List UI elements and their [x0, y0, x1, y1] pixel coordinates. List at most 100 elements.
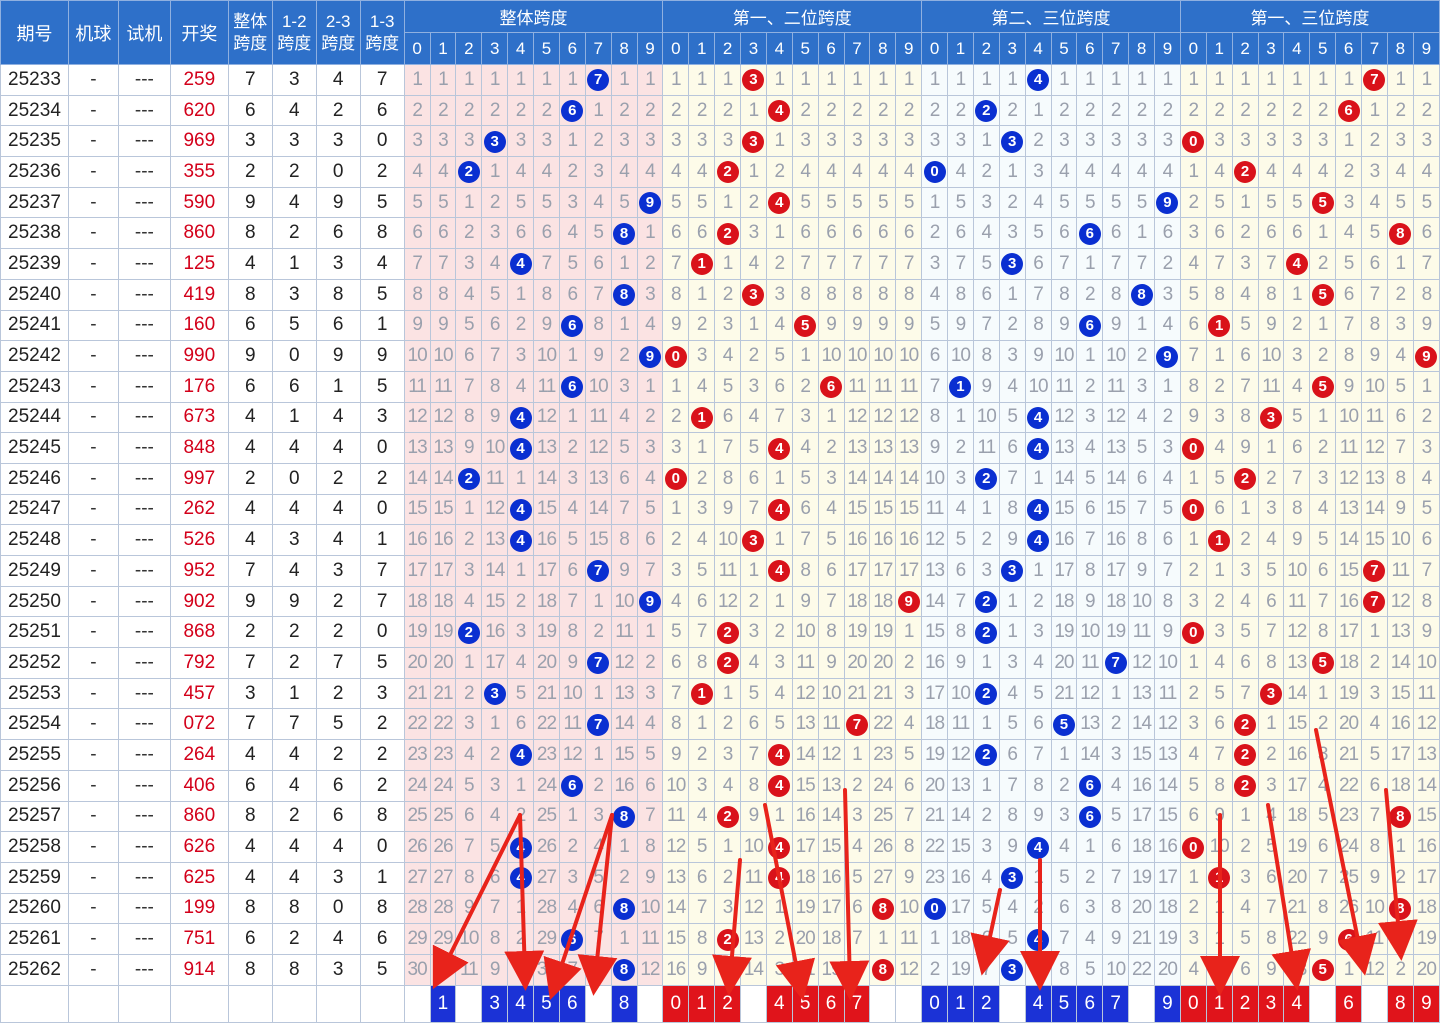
miss-count-cell: 15	[817, 831, 845, 863]
ball-marker: 9	[1156, 345, 1179, 368]
miss-count-cell: 8	[869, 278, 897, 311]
miss-count-cell: 2	[1386, 94, 1414, 127]
miss-count-cell: 2	[636, 647, 664, 679]
miss-count-cell: 4	[1231, 585, 1259, 618]
hit-ball: 2	[972, 616, 1000, 649]
hit-ball: 6	[558, 769, 586, 802]
period-cell: 25256	[0, 769, 69, 802]
ball-marker: 7	[587, 652, 610, 675]
miss-count-cell: 2	[869, 94, 897, 127]
hit-ball: 1	[1205, 309, 1233, 342]
miss-count-cell: 10	[1154, 647, 1181, 679]
span-12-cell: 3	[271, 125, 317, 158]
trial-cell: ---	[117, 708, 171, 741]
miss-count-cell: 12	[1361, 953, 1388, 986]
hit-ball: 2	[714, 923, 741, 955]
miss-count-cell: 3	[1386, 309, 1414, 342]
miss-count-cell: 2	[791, 94, 819, 127]
span-13-cell: 3	[359, 401, 405, 434]
miss-count-cell: 5	[1335, 248, 1362, 280]
miss-count-cell: 5	[584, 217, 612, 250]
miss-count-cell: 3	[636, 125, 664, 158]
miss-count-cell: 7	[1205, 248, 1233, 280]
miss-count-cell: 22	[869, 708, 897, 741]
miss-count-cell: 1	[765, 125, 793, 158]
miss-count-cell: 10	[1102, 340, 1130, 372]
miss-count-cell: 4	[558, 217, 586, 250]
hit-ball: 5	[1309, 953, 1337, 986]
miss-count-cell: 5	[1154, 493, 1181, 526]
miss-count-cell: 24	[869, 769, 897, 802]
miss-count-cell: 1	[507, 769, 535, 802]
span-23-cell: 3	[315, 248, 361, 280]
miss-count-cell: 4	[817, 156, 845, 188]
miss-count-cell: 14	[895, 462, 923, 495]
miss-count-cell: 1	[455, 64, 483, 96]
miss-count-cell: 1	[1412, 370, 1440, 403]
miss-count-cell: 2	[481, 186, 509, 219]
miss-count-cell: 11	[1050, 370, 1078, 403]
miss-count-cell: 1	[1309, 309, 1337, 342]
miss-count-cell: 3	[869, 125, 897, 158]
header-group-0: 整体跨度	[403, 0, 664, 33]
miss-count-cell: 16	[662, 953, 690, 986]
ball-marker: 4	[768, 560, 791, 583]
miss-count-cell: 4	[481, 800, 509, 833]
miss-count-cell: 5	[972, 248, 1000, 280]
ball-marker: 3	[1259, 406, 1282, 429]
ball-marker: 2	[716, 621, 739, 644]
hit-ball: 4	[765, 769, 793, 802]
hit-ball: 3	[740, 125, 767, 158]
miss-count-cell: 3	[895, 677, 923, 710]
miss-count-cell: 4	[533, 156, 560, 188]
miss-count-cell: 11	[662, 800, 690, 833]
miss-count-cell: 12	[714, 585, 741, 618]
miss-count-cell: 2	[1257, 94, 1285, 127]
ball-marker: 2	[975, 468, 998, 491]
miss-count-cell: 2	[1309, 340, 1337, 372]
span-23-cell: 4	[315, 493, 361, 526]
miss-count-cell: 20	[1154, 953, 1181, 986]
miss-count-cell: 7	[1102, 248, 1130, 280]
miss-count-cell: 2	[507, 309, 535, 342]
draw-number-cell: 072	[169, 708, 229, 741]
hit-ball: 2	[714, 800, 741, 833]
miss-count-cell: 5	[740, 432, 767, 464]
miss-count-cell: 20	[791, 923, 819, 955]
span-13-cell: 4	[359, 248, 405, 280]
hit-ball: 8	[610, 217, 638, 250]
ball-marker: 4	[509, 867, 532, 890]
miss-count-cell: 2	[636, 401, 664, 434]
miss-count-cell: 6	[688, 861, 716, 894]
miss-count-cell: 6	[714, 401, 741, 434]
miss-count-cell: 3	[998, 217, 1026, 250]
summary-digit: 0	[662, 984, 690, 1023]
overall-span-cell: 3	[227, 677, 273, 710]
miss-count-cell: 18	[921, 708, 948, 741]
miss-count-cell: 9	[998, 831, 1026, 863]
header-line-2: 跨度	[233, 33, 268, 53]
miss-count-cell: 2	[1361, 647, 1388, 679]
miss-count-cell: 7	[558, 585, 586, 618]
hit-ball: 4	[1024, 493, 1052, 526]
miss-count-cell: 1	[481, 64, 509, 96]
miss-count-cell: 1	[455, 647, 483, 679]
miss-count-cell: 12	[817, 739, 845, 771]
overall-span-cell: 2	[227, 616, 273, 649]
miss-count-cell: 1	[765, 217, 793, 250]
miss-count-cell: 9	[1412, 616, 1440, 649]
miss-count-cell: 13	[1102, 432, 1130, 464]
miss-count-cell: 8	[1076, 555, 1104, 587]
miss-count-cell: 2	[765, 923, 793, 955]
summary-digit: 6	[1076, 984, 1104, 1023]
summary-digit: 1	[1205, 984, 1233, 1023]
overall-span-cell: 9	[227, 340, 273, 372]
miss-count-cell: 6	[1335, 278, 1362, 311]
miss-count-cell: 9	[817, 647, 845, 679]
ball-marker: 2	[457, 468, 480, 491]
miss-count-cell: 1	[403, 64, 431, 96]
miss-count-cell: 9	[429, 309, 457, 342]
ball-marker: 2	[716, 652, 739, 675]
miss-count-cell: 1	[636, 370, 664, 403]
miss-count-cell: 2	[1024, 892, 1052, 925]
